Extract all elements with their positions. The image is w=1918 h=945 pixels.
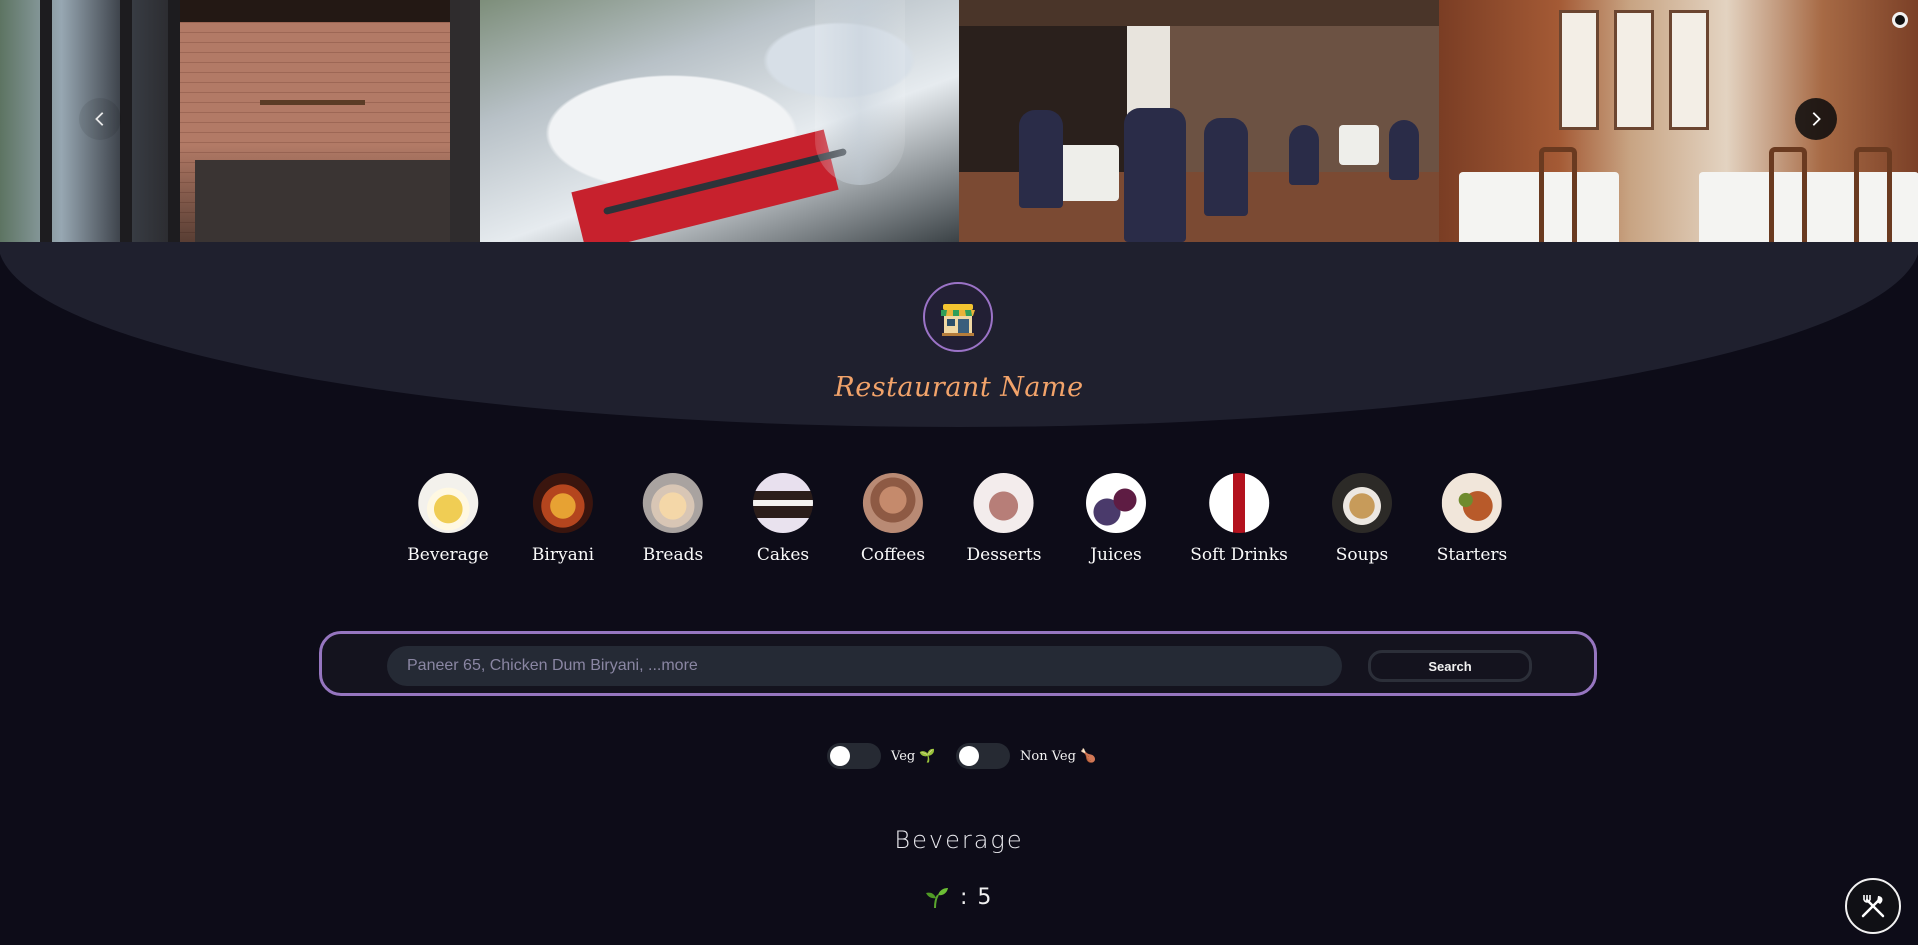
desserts-thumbnail [973, 473, 1034, 533]
carousel-slide-cafe [0, 0, 480, 242]
coffees-thumbnail [862, 473, 923, 533]
starters-thumbnail [1441, 473, 1502, 533]
carousel-slide-restaurant-interior [1438, 0, 1918, 242]
count-value: 5 [977, 884, 992, 910]
category-biryani[interactable]: Biryani [532, 473, 594, 565]
category-soft-drinks[interactable]: Soft Drinks [1190, 473, 1288, 565]
juices-thumbnail [1086, 473, 1146, 533]
toggle-knob [959, 746, 979, 766]
biryani-thumbnail [533, 473, 593, 533]
record-dot-icon [1892, 12, 1908, 28]
search-button[interactable]: Search [1368, 650, 1532, 682]
category-breads[interactable]: Breads [643, 473, 703, 565]
soft-drinks-thumbnail [1208, 473, 1269, 533]
category-cakes[interactable]: Cakes [753, 473, 813, 565]
sprout-icon [926, 888, 948, 909]
veg-toggle-label: Veg 🌱 [891, 748, 936, 764]
storefront-icon [941, 304, 975, 336]
beverage-thumbnail [418, 473, 478, 533]
non-veg-toggle[interactable] [956, 743, 1010, 769]
veg-count: : 5 [924, 884, 991, 910]
chevron-left-icon [95, 112, 104, 126]
restaurant-logo [923, 282, 993, 352]
carousel-slide-dining-hall [959, 0, 1439, 242]
category-beverage[interactable]: Beverage [407, 473, 489, 565]
search-bar: Search [319, 631, 1597, 696]
menu-fab-button[interactable] [1845, 878, 1901, 934]
section-title: Beverage [894, 826, 1024, 854]
carousel-slide-table-setting [479, 0, 959, 242]
fork-knife-icon [1861, 895, 1885, 918]
restaurant-name: Restaurant Name [834, 372, 1084, 403]
category-desserts[interactable]: Desserts [967, 473, 1041, 565]
veg-filter: Veg 🌱 [827, 743, 936, 769]
search-input[interactable] [387, 646, 1342, 686]
image-carousel[interactable] [0, 0, 1918, 242]
chevron-right-icon [1812, 112, 1821, 126]
non-veg-filter: Non Veg 🍗 [956, 743, 1096, 769]
cakes-thumbnail [753, 473, 813, 533]
category-list: Beverage Biryani Breads Cakes Coffees De… [0, 473, 1918, 573]
veg-toggle[interactable] [827, 743, 881, 769]
category-soups[interactable]: Soups [1332, 473, 1392, 565]
toggle-knob [830, 746, 850, 766]
carousel-prev-button[interactable] [79, 98, 121, 140]
non-veg-toggle-label: Non Veg 🍗 [1020, 748, 1097, 764]
count-separator: : [960, 884, 968, 910]
carousel-next-button[interactable] [1795, 98, 1837, 140]
category-juices[interactable]: Juices [1086, 473, 1146, 565]
category-coffees[interactable]: Coffees [861, 473, 925, 565]
category-starters[interactable]: Starters [1437, 473, 1507, 565]
soups-thumbnail [1332, 473, 1392, 533]
breads-thumbnail [642, 473, 703, 533]
